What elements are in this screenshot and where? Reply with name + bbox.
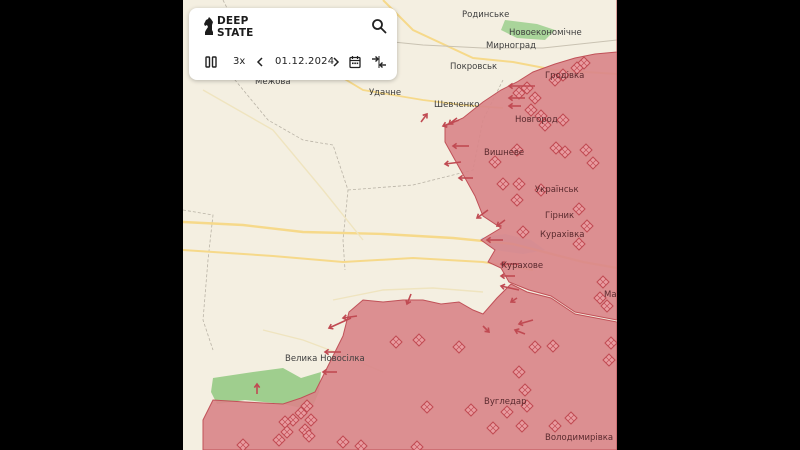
- town-label: Курахове: [501, 261, 544, 271]
- town-label: Вугледар: [484, 397, 527, 407]
- road: [332, 287, 484, 301]
- pause-icon[interactable]: [205, 55, 217, 69]
- town-label: Українськ: [535, 185, 579, 195]
- logo-line-1: DEEP: [217, 15, 249, 27]
- logo-text: DEEP STATE: [217, 15, 254, 39]
- district-border: [183, 209, 214, 351]
- town-label: Гірник: [545, 211, 575, 221]
- town-label: Покровськ: [450, 62, 498, 72]
- town-label: Велика Новосілка: [285, 354, 365, 364]
- town-label: Мирноград: [486, 41, 536, 51]
- town-label: Родинське: [462, 10, 510, 20]
- town-label: Гродівка: [545, 71, 585, 81]
- logo-line-2: STATE: [217, 27, 254, 39]
- chevron-right-icon[interactable]: [332, 55, 340, 69]
- town-label: Шевченко: [434, 100, 480, 110]
- compare-icon[interactable]: [371, 55, 387, 69]
- town-label: Новоекономічне: [509, 28, 582, 38]
- town-label: Удачне: [369, 88, 402, 98]
- town-label: Мар: [604, 290, 617, 300]
- knight-icon: [204, 17, 213, 35]
- search-icon[interactable]: [371, 18, 387, 34]
- playback-speed-button[interactable]: 3x: [233, 56, 245, 67]
- calendar-icon[interactable]: [349, 55, 361, 69]
- road: [183, 249, 534, 271]
- timeline-control-panel: DEEP STATE 3x 01.12.2024: [189, 8, 397, 80]
- road: [202, 89, 364, 241]
- map-view[interactable]: Родинське Новоекономічне Мирноград Покро…: [183, 0, 617, 450]
- town-label: Володимирівка: [545, 433, 614, 443]
- town-label: Вишневе: [484, 148, 525, 158]
- town-label: Новгород: [515, 115, 558, 125]
- chevron-left-icon[interactable]: [256, 55, 264, 69]
- town-label: Курахівка: [540, 230, 585, 240]
- current-date: 01.12.2024: [275, 56, 335, 67]
